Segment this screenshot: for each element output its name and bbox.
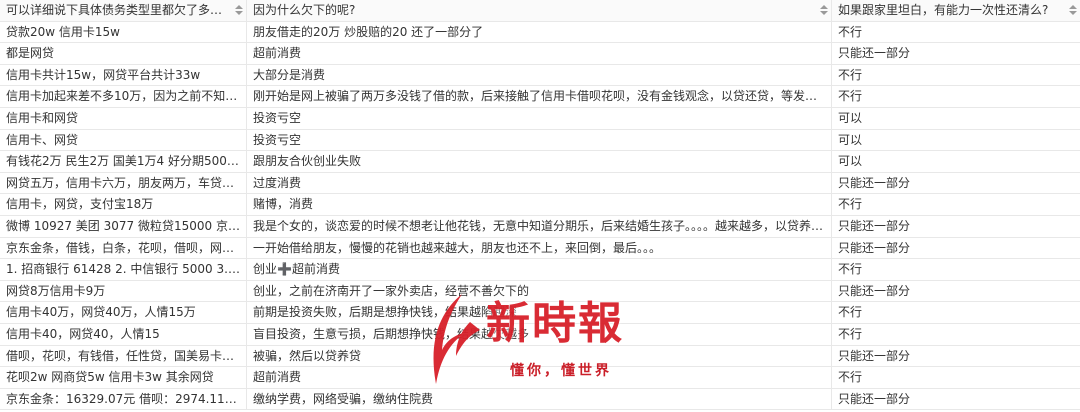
debt-type-cell: 信用卡加起来差不多10万，因为之前不知道... [0,86,247,107]
xinshibao-watermark: 新時報 懂你，懂世界 [422,290,662,400]
sort-icon[interactable] [820,5,828,16]
debt-type-cell: 贷款20w 信用卡15w [0,21,247,43]
reason-cell: 跟朋友合伙创业失败 [247,151,832,172]
column-header-label: 可以详细说下具体债务类型里都欠了多少么 [6,3,235,17]
reason-cell: 朋友借走的20万 炒股赔的20 还了一部分了 [247,21,832,43]
repay-ability-cell: 不行 [838,67,863,82]
debt-type-cell: 1. 招商银行 61428 2. 中信银行 5000 3. 光大... [0,259,247,280]
repay-ability-cell: 可以 [838,110,863,125]
repay-ability-cell: 只能还一部分 [838,283,911,298]
reason-cell: 创业➕超前消费 [247,259,832,280]
repay-ability-cell: 只能还一部分 [838,175,911,190]
reason-cell: 超前消费 [247,43,832,64]
table-row[interactable]: 网贷五万，信用卡六万，朋友两万，车贷13万 过度消费 只能还一部分 [0,172,1080,195]
debt-type-cell: 都是网贷 [0,43,247,64]
repay-ability-cell: 不行 [838,24,863,39]
reason-cell: 投资亏空 [247,107,832,129]
watermark-title: 新時報 [486,298,624,349]
table-row[interactable]: 微博 10927 美团 3077 微粒贷15000 京东 5... 我是个女的，谈… [0,215,1080,238]
debt-type-cell: 网贷8万信用卡9万 [0,280,247,302]
reason-cell: 我是个女的，谈恋爱的时候不想老让他花钱，无意中知道分期乐，后来结婚生孩子。。。。… [247,215,832,237]
repay-ability-cell: 不行 [838,305,863,320]
reason-cell: 赌博，消费 [247,194,832,215]
debt-type-cell: 信用卡、网贷 [0,129,247,151]
table-header-row: 可以详细说下具体债务类型里都欠了多少么 因为什么欠下的呢? 如果跟家里坦白，有能… [0,0,1080,22]
repay-ability-cell: 不行 [838,262,863,277]
debt-type-cell: 信用卡40，网贷40，人情15 [0,323,247,345]
column-header-label: 因为什么欠下的呢? [253,3,356,17]
debt-type-cell: 花呗2w 网商贷5w 信用卡3w 其余网贷 [0,367,247,388]
repay-ability-cell: 可以 [838,132,863,147]
sort-icon[interactable] [235,5,243,16]
reason-cell: 过度消费 [247,172,832,194]
debt-type-cell: 信用卡40万，网贷40万，人情15万 [0,302,247,323]
table-row[interactable]: 信用卡、网贷 投资亏空 可以 [0,129,1080,152]
watermark-subtitle: 懂你，懂世界 [510,363,612,379]
table-row[interactable]: 信用卡和网贷 投资亏空 可以 [0,107,1080,130]
repay-ability-cell: 只能还一部分 [838,240,911,255]
table-row[interactable]: 信用卡，网贷，支付宝18万 赌博，消费 不行 [0,194,1080,216]
table-row[interactable]: 有钱花2万 民生2万 国美1万4 好分期5000 小... 跟朋友合伙创业失败 可以 [0,151,1080,173]
sort-icon[interactable] [1069,5,1077,16]
repay-ability-cell: 只能还一部分 [838,46,911,61]
reason-cell: 投资亏空 [247,129,832,151]
repay-ability-cell: 只能还一部分 [838,348,911,363]
repay-ability-cell: 不行 [838,89,863,104]
reason-cell: 大部分是消费 [247,64,832,86]
repay-ability-cell: 可以 [838,154,863,169]
debt-type-cell: 京东金条，借钱，白条，花呗，借呗，网商贷... [0,237,247,259]
debt-type-cell: 信用卡，网贷，支付宝18万 [0,194,247,215]
table-row[interactable]: 信用卡共计15w，网贷平台共计33w 大部分是消费 不行 [0,64,1080,87]
brand-swoosh-icon [433,294,480,384]
repay-ability-cell: 不行 [838,370,863,385]
table-row[interactable]: 1. 招商银行 61428 2. 中信银行 5000 3. 光大... 创业➕超前… [0,259,1080,281]
table-row[interactable]: 京东金条，借钱，白条，花呗，借呗，网商贷... 一开始借给朋友，慢慢的花销也越来越… [0,237,1080,260]
reason-cell: 一开始借给朋友，慢慢的花销也越来越大，朋友也还不上，来回倒，最后。。。 [247,237,832,259]
table-row[interactable]: 都是网贷 超前消费 只能还一部分 [0,43,1080,65]
column-header-reason[interactable]: 因为什么欠下的呢? [247,0,832,21]
table-row[interactable]: 贷款20w 信用卡15w 朋友借走的20万 炒股赔的20 还了一部分了 不行 [0,21,1080,44]
table-row[interactable]: 信用卡加起来差不多10万，因为之前不知道... 刚开始是网上被骗了两万多没钱了借的… [0,86,1080,108]
repay-ability-cell: 只能还一部分 [838,218,911,233]
debt-type-cell: 信用卡和网贷 [0,107,247,129]
repay-ability-cell: 不行 [838,326,863,341]
column-header-label: 如果跟家里坦白，有能力一次性还清么? [838,3,1049,17]
debt-type-cell: 借呗，花呗，有钱借，任性贷，国美易卡，万... [0,345,247,367]
debt-type-cell: 京东金条：16329.07元 借呗：2974.11元 花... [0,388,247,410]
repay-ability-cell: 不行 [838,197,863,212]
debt-type-cell: 有钱花2万 民生2万 国美1万4 好分期5000 小... [0,151,247,172]
column-header-repay-ability[interactable]: 如果跟家里坦白，有能力一次性还清么? [832,0,1080,21]
column-header-debt-types[interactable]: 可以详细说下具体债务类型里都欠了多少么 [0,0,247,21]
debt-type-cell: 网贷五万，信用卡六万，朋友两万，车贷13万 [0,172,247,194]
reason-cell: 刚开始是网上被骗了两万多没钱了借的款，后来接触了信用卡借呗花呗，没有金钱观念，以… [247,86,832,107]
debt-type-cell: 信用卡共计15w，网贷平台共计33w [0,64,247,86]
debt-type-cell: 微博 10927 美团 3077 微粒贷15000 京东 5... [0,215,247,237]
repay-ability-cell: 只能还一部分 [838,391,911,406]
